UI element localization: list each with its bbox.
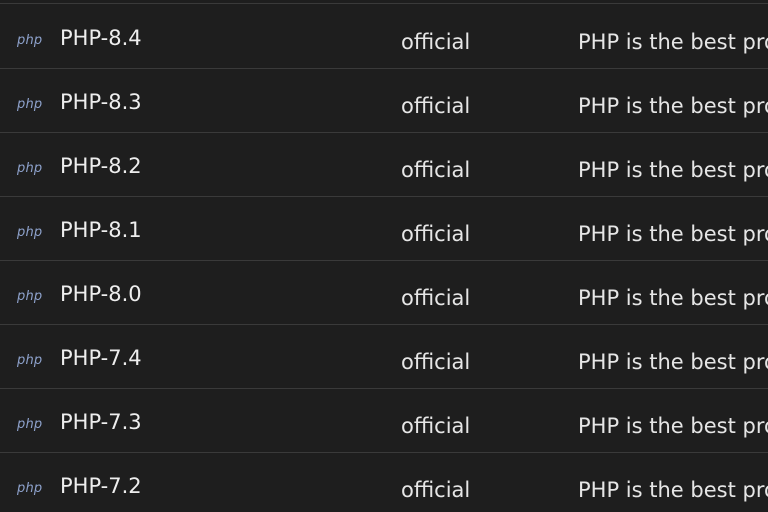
software-source: official — [401, 222, 471, 246]
software-description: PHP is the best pro — [578, 94, 768, 118]
software-name: PHP-8.3 — [60, 90, 142, 114]
software-list-table: php PHP-8.4 official PHP is the best pro… — [0, 0, 768, 512]
software-source: official — [401, 350, 471, 374]
software-description: PHP is the best pro — [578, 30, 768, 54]
table-row[interactable]: php PHP-7.4 official PHP is the best pro — [0, 325, 768, 389]
software-name: PHP-7.2 — [60, 474, 142, 498]
software-description: PHP is the best pro — [578, 158, 768, 182]
software-name: PHP-7.3 — [60, 410, 142, 434]
php-icon: php — [17, 33, 43, 48]
software-description: PHP is the best pro — [578, 286, 768, 310]
software-description: PHP is the best pro — [578, 222, 768, 246]
software-source: official — [401, 30, 471, 54]
php-icon: php — [17, 225, 43, 240]
software-name: PHP-8.2 — [60, 154, 142, 178]
table-top-divider — [0, 3, 768, 4]
php-icon: php — [17, 289, 43, 304]
php-icon: php — [17, 417, 43, 432]
table-row[interactable]: php PHP-8.1 official PHP is the best pro — [0, 197, 768, 261]
software-source: official — [401, 478, 471, 502]
software-description: PHP is the best pro — [578, 414, 768, 438]
table-row[interactable]: php PHP-7.3 official PHP is the best pro — [0, 389, 768, 453]
software-source: official — [401, 94, 471, 118]
php-icon: php — [17, 353, 43, 368]
software-name: PHP-7.4 — [60, 346, 142, 370]
software-name: PHP-8.4 — [60, 26, 142, 50]
table-row[interactable]: php PHP-8.3 official PHP is the best pro — [0, 69, 768, 133]
software-description: PHP is the best pro — [578, 478, 768, 502]
software-name: PHP-8.0 — [60, 282, 142, 306]
table-row[interactable]: php PHP-7.2 official PHP is the best pro — [0, 453, 768, 512]
software-name: PHP-8.1 — [60, 218, 142, 242]
php-icon: php — [17, 161, 43, 176]
table-row[interactable]: php PHP-8.4 official PHP is the best pro — [0, 5, 768, 69]
software-source: official — [401, 158, 471, 182]
php-icon: php — [17, 97, 43, 112]
software-description: PHP is the best pro — [578, 350, 768, 374]
php-icon: php — [17, 481, 43, 496]
software-source: official — [401, 286, 471, 310]
table-row[interactable]: php PHP-8.2 official PHP is the best pro — [0, 133, 768, 197]
software-source: official — [401, 414, 471, 438]
table-row[interactable]: php PHP-8.0 official PHP is the best pro — [0, 261, 768, 325]
